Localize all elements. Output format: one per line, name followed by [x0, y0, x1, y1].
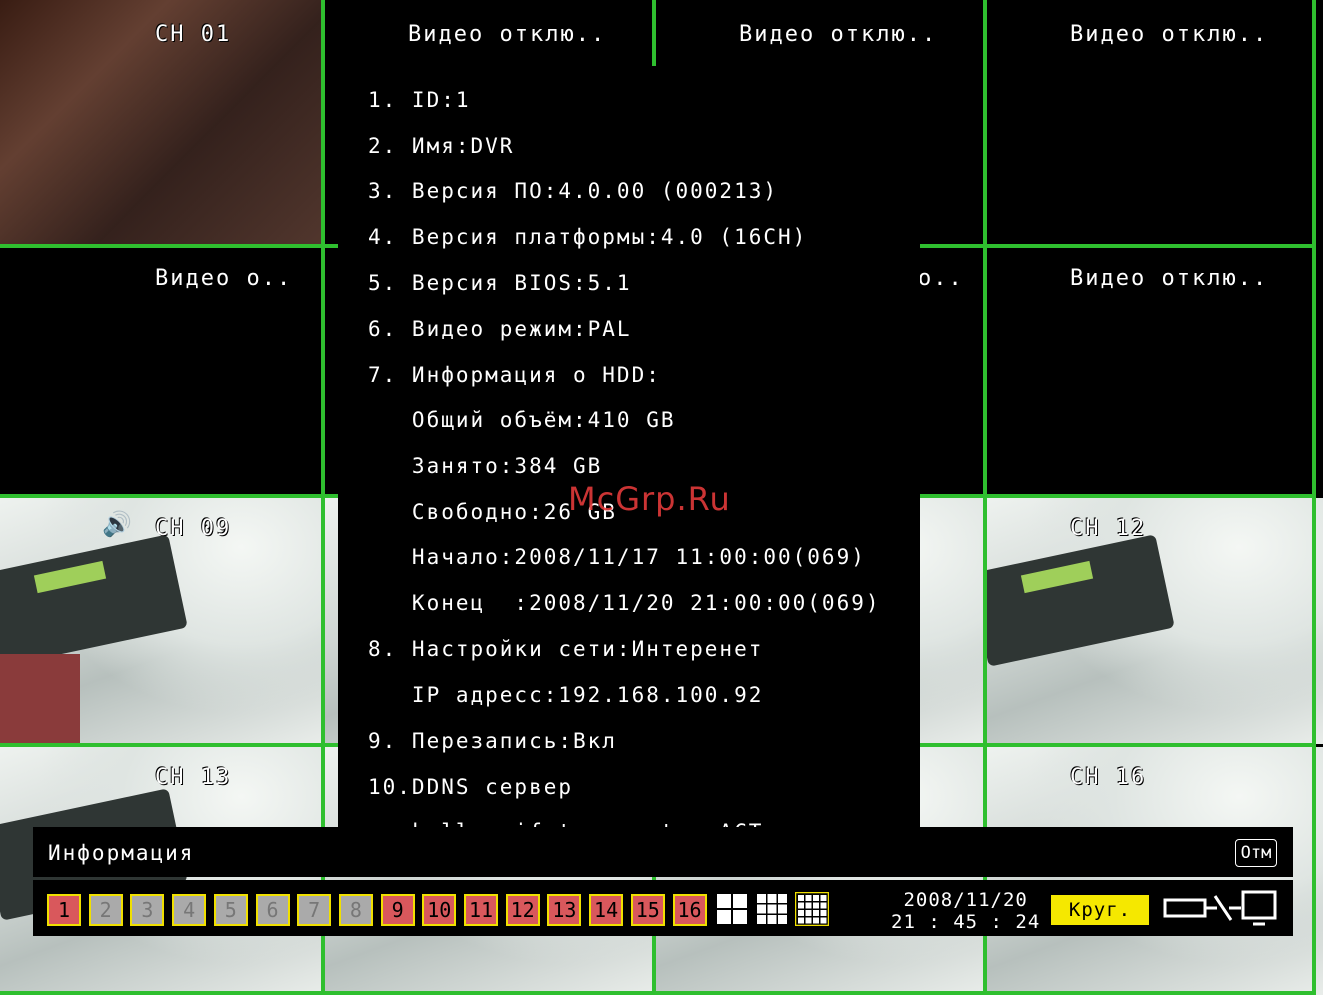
bottom-toolbar: 1 2 3 4 5 6 7 8 9 10 11 12 13 14 15 16 2008/11/20 21 : … — [33, 880, 1293, 936]
info-ddns-header: 10.DDNS сервер — [368, 775, 574, 799]
channel-button-8[interactable]: 8 — [338, 894, 373, 926]
current-date: 2008/11/20 — [903, 889, 1028, 911]
video-off-label: Видео отклю.. — [1070, 22, 1269, 47]
channel-button-14[interactable]: 14 — [589, 894, 624, 926]
info-name: 2. Имя:DVR — [368, 134, 515, 158]
layout-4-icon[interactable] — [715, 892, 749, 926]
channel-button-9[interactable]: 9 — [380, 894, 415, 926]
camera-cell-ch12[interactable]: CH 12 — [987, 498, 1323, 744]
speaker-icon: 🔊 — [102, 510, 132, 538]
channel-button-10[interactable]: 10 — [422, 894, 457, 926]
info-firmware-version: 3. Версия ПО:4.0.00 (000213) — [368, 179, 779, 203]
info-platform-version: 4. Версия платформы:4.0 (16CH) — [368, 225, 808, 249]
info-hdd-header: 7. Информация о HDD: — [368, 363, 661, 387]
info-ip-address: IP адресс:192.168.100.92 — [368, 683, 764, 707]
camera-cell-ch01[interactable]: CH 01 — [0, 0, 322, 245]
channel-button-7[interactable]: 7 — [297, 894, 332, 926]
channel-button-16[interactable]: 16 — [672, 894, 707, 926]
channel-button-6[interactable]: 6 — [255, 894, 290, 926]
info-hdd-total: Общий объём:410 GB — [368, 408, 676, 432]
cycle-button[interactable]: Круг. — [1051, 895, 1149, 925]
channel-button-5[interactable]: 5 — [213, 894, 248, 926]
channel-label: CH 13 — [155, 765, 232, 790]
info-overwrite: 9. Перезапись:Вкл — [368, 729, 617, 753]
current-time: 21 : 45 : 24 — [891, 911, 1041, 933]
camera-cell-ch09[interactable]: 🔊 CH 09 — [0, 498, 322, 744]
channel-button-1[interactable]: 1 — [47, 894, 81, 926]
camera-scene — [987, 534, 1175, 667]
camera-cell-ch05[interactable]: Видео о.. — [0, 248, 322, 495]
cancel-button[interactable]: Отм — [1235, 839, 1277, 867]
camera-scene — [0, 654, 80, 744]
info-id: 1. ID:1 — [368, 88, 471, 112]
channel-button-13[interactable]: 13 — [547, 894, 582, 926]
layout-16-icon[interactable] — [795, 892, 829, 926]
channel-button-4[interactable]: 4 — [172, 894, 207, 926]
channel-label: CH 12 — [1070, 516, 1147, 541]
channel-button-12[interactable]: 12 — [505, 894, 540, 926]
video-off-label: Видео отклю.. — [739, 22, 938, 47]
video-off-label: Видео о.. — [155, 266, 293, 291]
video-off-label: о.. — [918, 266, 964, 291]
camera-cell-ch04[interactable]: Видео отклю.. — [987, 0, 1323, 245]
camera-scene — [0, 534, 188, 667]
info-bios-version: 5. Версия BIOS:5.1 — [368, 271, 632, 295]
video-off-label: Видео отклю.. — [1070, 266, 1269, 291]
info-hdd-used: Занято:384 GB — [368, 454, 603, 478]
channel-button-2[interactable]: 2 — [88, 894, 123, 926]
info-hdd-start: Начало:2008/11/17 11:00:00(069) — [368, 545, 866, 569]
date-time-display: 2008/11/20 21 : 45 : 24 — [891, 889, 1040, 933]
camera-cell-ch08[interactable]: Видео отклю.. — [987, 248, 1323, 495]
grid-divider — [0, 991, 1316, 995]
channel-label: CH 09 — [155, 516, 232, 541]
grid-divider — [652, 0, 656, 66]
channel-button-11[interactable]: 11 — [464, 894, 498, 926]
info-video-mode: 6. Видео режим:PAL — [368, 317, 632, 341]
channel-button-3[interactable]: 3 — [130, 894, 165, 926]
info-network: 8. Настройки сети:Интеренет — [368, 637, 764, 661]
info-hdd-end: Конец :2008/11/20 21:00:00(069) — [368, 591, 881, 615]
info-title-bar: Информация Отм — [33, 827, 1293, 877]
channel-label: CH 16 — [1070, 765, 1147, 790]
channel-button-15[interactable]: 15 — [630, 894, 665, 926]
system-info-panel: 1. ID:1 2. Имя:DVR 3. Версия ПО:4.0.00 (… — [338, 66, 920, 844]
video-off-label: Видео отклю.. — [408, 22, 607, 47]
display-switch-icon[interactable] — [1161, 888, 1281, 928]
channel-label: CH 01 — [155, 22, 232, 47]
window-title: Информация — [48, 841, 195, 865]
layout-9-icon[interactable] — [755, 892, 789, 926]
watermark: McGrp.Ru — [568, 480, 731, 518]
